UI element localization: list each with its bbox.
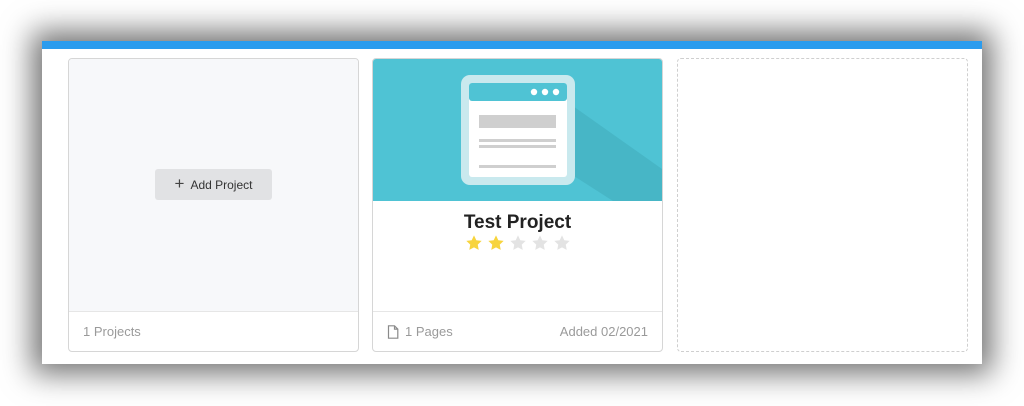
plus-icon: + [174, 174, 185, 193]
pages-info: 1 Pages [387, 324, 453, 339]
star-empty-icon[interactable] [531, 234, 549, 252]
add-card-footer: 1 Projects [69, 311, 358, 351]
project-thumbnail[interactable] [373, 59, 662, 201]
star-filled-icon[interactable] [465, 234, 483, 252]
star-empty-icon[interactable] [553, 234, 571, 252]
projects-panel: + Add Project 1 Projects Test Project 1 … [42, 41, 982, 364]
project-card[interactable]: Test Project 1 Pages Added 02/2021 [372, 58, 663, 352]
add-project-button[interactable]: + Add Project [155, 169, 272, 200]
star-filled-icon[interactable] [487, 234, 505, 252]
project-card-footer: 1 Pages Added 02/2021 [373, 311, 662, 351]
pages-count: 1 Pages [405, 324, 453, 339]
project-title[interactable]: Test Project [373, 212, 662, 234]
add-project-label: Add Project [190, 177, 253, 192]
project-rating [373, 234, 662, 252]
empty-card-placeholder [677, 58, 968, 352]
webpage-icon [461, 75, 662, 201]
add-project-area[interactable]: + Add Project [69, 59, 358, 311]
star-empty-icon[interactable] [509, 234, 527, 252]
projects-count: 1 Projects [83, 324, 141, 339]
page-icon [387, 324, 399, 339]
top-accent-bar [42, 41, 982, 49]
added-date: Added 02/2021 [559, 324, 648, 339]
add-project-card: + Add Project 1 Projects [68, 58, 359, 352]
